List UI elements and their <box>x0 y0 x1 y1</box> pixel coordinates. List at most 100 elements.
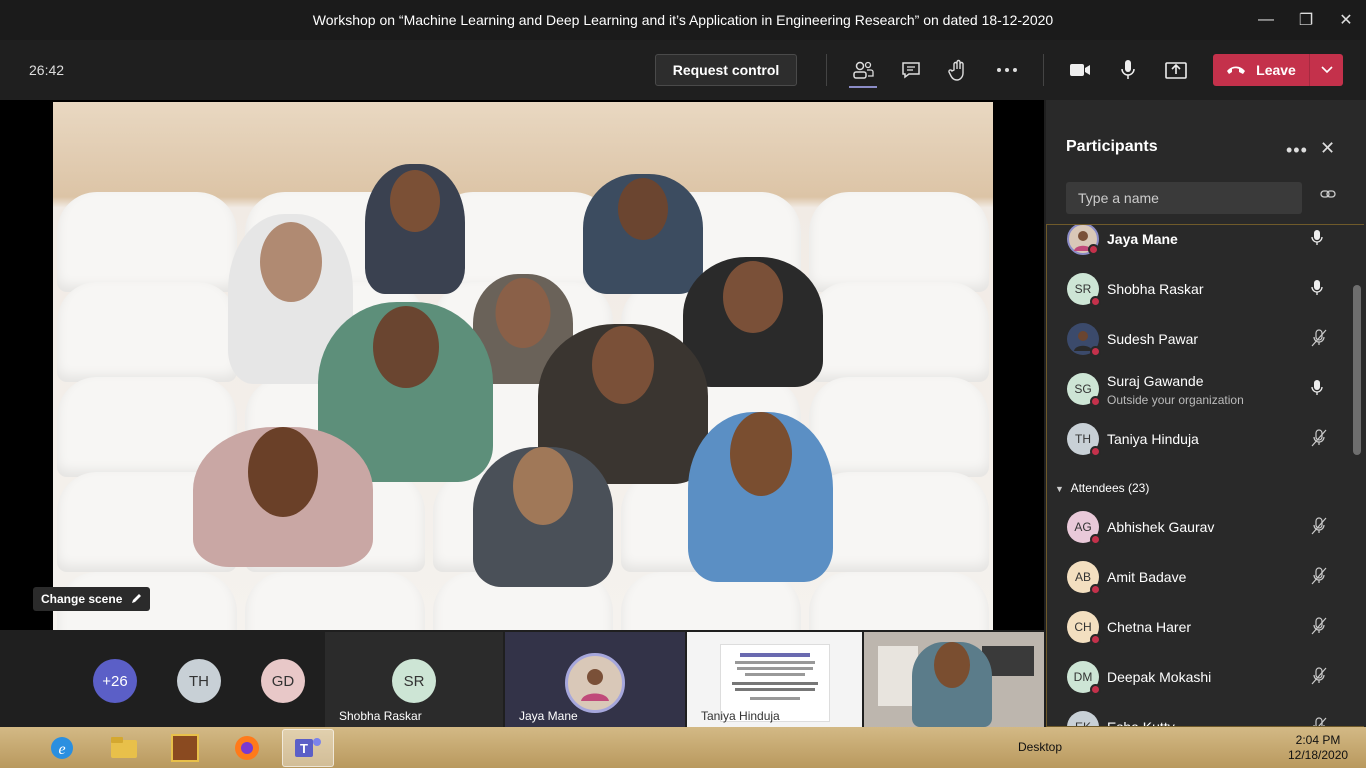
participant-subtitle: Outside your organization <box>1107 393 1244 407</box>
firefox-icon[interactable] <box>221 729 273 767</box>
svg-text:e: e <box>58 741 65 758</box>
participant-name: Abhishek Gaurav <box>1107 519 1215 535</box>
participant-name: Shobha Raskar <box>1107 281 1204 297</box>
share-icon[interactable] <box>1158 54 1194 86</box>
pencil-icon <box>132 594 142 603</box>
avatar[interactable]: GD <box>261 659 305 703</box>
participant-name: Suraj Gawande <box>1107 373 1204 389</box>
microphone-icon <box>1311 230 1323 245</box>
participant-name: Esha Kutty <box>1107 719 1175 727</box>
participant-search-input[interactable] <box>1066 182 1302 214</box>
avatar <box>1067 225 1099 255</box>
tile-name: Shobha Raskar <box>339 709 422 723</box>
box-game-icon[interactable] <box>159 729 211 767</box>
participant-name: Chetna Harer <box>1107 619 1192 635</box>
maximize-button[interactable]: ❐ <box>1286 0 1326 40</box>
avatar <box>565 653 625 713</box>
participant-name: Sudesh Pawar <box>1107 331 1199 347</box>
participant-row[interactable]: SG Suraj Gawande Outside your organizati… <box>1047 365 1357 415</box>
attendees-section-toggle[interactable]: ▼ Attendees (23) <box>1055 481 1149 495</box>
avatar[interactable]: TH <box>177 659 221 703</box>
mic-off-icon <box>1311 517 1327 535</box>
more-options-icon[interactable]: ••• <box>1286 140 1308 161</box>
more-icon[interactable] <box>989 54 1025 86</box>
meeting-timer: 26:42 <box>29 62 65 78</box>
windows-taskbar: e T Desktop 2:04 PM 12/18/2020 <box>0 727 1366 768</box>
attendees-label: Attendees (23) <box>1070 481 1150 495</box>
chevron-down-icon <box>1320 66 1333 74</box>
participant-video <box>683 257 823 387</box>
file-explorer-icon[interactable] <box>98 729 150 767</box>
participant-row[interactable]: AG Abhishek Gaurav <box>1047 503 1357 553</box>
participant-video <box>365 164 465 294</box>
system-clock[interactable]: 2:04 PM 12/18/2020 <box>1288 733 1348 763</box>
change-scene-button[interactable]: Change scene <box>33 587 151 611</box>
camera-icon[interactable] <box>1062 54 1098 86</box>
link-icon[interactable] <box>1320 188 1336 200</box>
desktop-toolbar-label[interactable]: Desktop <box>1018 740 1062 754</box>
participant-name: Deepak Mokashi <box>1107 669 1212 685</box>
participant-row[interactable]: AB Amit Badave <box>1047 553 1357 603</box>
participant-video <box>193 427 373 567</box>
participants-icon[interactable] <box>845 54 881 88</box>
video-tile-taniya-hinduja[interactable]: Taniya Hinduja <box>687 632 862 727</box>
caret-down-icon: ▼ <box>1055 484 1064 494</box>
participant-row[interactable]: TH Taniya Hinduja <box>1047 415 1357 465</box>
microphone-icon <box>1311 380 1323 395</box>
leave-options-button[interactable] <box>1310 66 1343 74</box>
video-tile-jaya-mane[interactable]: Jaya Mane <box>505 632 685 727</box>
participant-list: Jaya Mane SR Shobha Raskar Sudesh Pawar … <box>1046 224 1364 727</box>
close-panel-button[interactable]: ✕ <box>1320 138 1335 159</box>
close-window-button[interactable]: ✕ <box>1326 0 1366 40</box>
panel-scrollbar[interactable] <box>1353 285 1361 455</box>
participant-row[interactable]: SR Shobha Raskar <box>1047 265 1357 315</box>
participant-row[interactable]: Sudesh Pawar <box>1047 315 1357 365</box>
chat-icon[interactable] <box>893 54 929 86</box>
clock-time: 2:04 PM <box>1295 733 1341 747</box>
mic-off-icon <box>1311 329 1327 347</box>
teams-icon[interactable]: T <box>282 729 334 767</box>
leave-label: Leave <box>1256 62 1296 78</box>
request-control-button[interactable]: Request control <box>655 54 797 86</box>
mic-off-icon <box>1313 717 1327 726</box>
mic-off-icon <box>1311 567 1327 585</box>
participant-row[interactable]: CH Chetna Harer <box>1047 603 1357 653</box>
avatar: AG <box>1067 511 1101 545</box>
avatar <box>1067 323 1101 357</box>
mic-off-icon <box>1311 617 1327 635</box>
overflow-participants-button[interactable]: +26 <box>93 659 137 703</box>
raise-hand-icon[interactable] <box>940 54 976 86</box>
avatar: EK <box>1067 711 1099 726</box>
tile-name: Taniya Hinduja <box>701 709 780 723</box>
video-tile-shobha-raskar[interactable]: SR Shobha Raskar <box>325 632 503 727</box>
mic-off-icon <box>1311 429 1327 447</box>
together-mode-scene <box>53 102 993 630</box>
title-bar: Workshop on “Machine Learning and Deep L… <box>0 0 1366 40</box>
avatar: AB <box>1067 561 1101 595</box>
panel-title: Participants <box>1066 138 1158 155</box>
meeting-toolbar: 26:42 Request control Leave <box>0 40 1366 100</box>
avatar: CH <box>1067 611 1101 645</box>
participant-name: Amit Badave <box>1107 569 1187 585</box>
participant-video <box>583 174 703 294</box>
svg-text:T: T <box>300 741 308 756</box>
avatar: DM <box>1067 661 1101 695</box>
window-controls: — ❐ ✕ <box>1246 0 1366 40</box>
avatar: SR <box>392 659 436 703</box>
internet-explorer-icon[interactable]: e <box>36 729 88 767</box>
participants-panel: Participants ••• ✕ Jaya Mane SR Shobha R… <box>1046 100 1366 727</box>
participant-row[interactable]: DM Deepak Mokashi <box>1047 653 1357 703</box>
participant-name: Taniya Hinduja <box>1107 431 1199 447</box>
participant-row[interactable]: Jaya Mane <box>1047 225 1357 265</box>
window-title: Workshop on “Machine Learning and Deep L… <box>312 12 1054 28</box>
participant-video <box>688 412 833 582</box>
participant-gallery: +26 TH GD SR Shobha Raskar Jaya Mane Tan… <box>0 630 1044 727</box>
participant-video <box>473 447 613 587</box>
toolbar-divider <box>1043 54 1044 86</box>
minimize-button[interactable]: — <box>1246 0 1286 40</box>
leave-button[interactable]: Leave <box>1213 54 1310 86</box>
microphone-icon[interactable] <box>1110 54 1146 86</box>
participant-row[interactable]: EK Esha Kutty <box>1047 703 1357 727</box>
mic-off-icon <box>1311 667 1327 685</box>
video-tile-self[interactable] <box>864 632 1044 727</box>
